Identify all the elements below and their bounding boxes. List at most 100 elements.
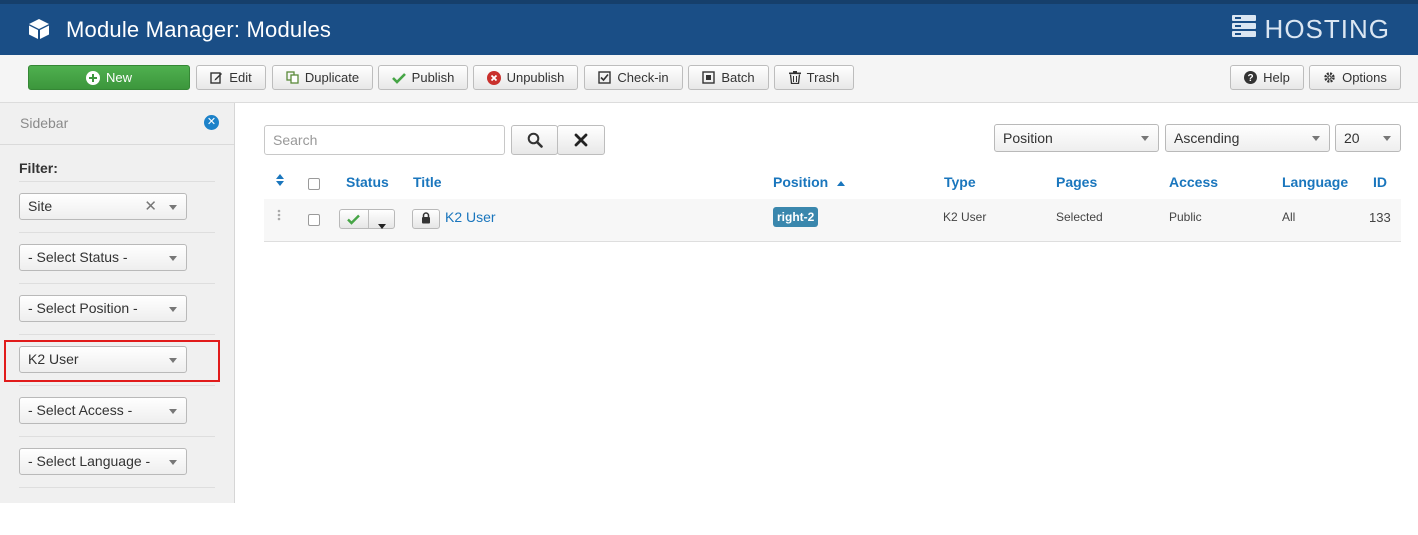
- sidebar-title: Sidebar: [20, 115, 69, 131]
- checkin-lock-button[interactable]: [412, 209, 440, 229]
- unpublish-icon: [486, 70, 501, 85]
- svg-text:?: ?: [1248, 73, 1254, 84]
- module-pages: Selected: [1056, 210, 1103, 224]
- status-button-divider: [368, 210, 369, 228]
- publish-button-label: Publish: [411, 70, 455, 85]
- drag-handle-icon[interactable]: [277, 209, 281, 224]
- cube-icon: [27, 17, 51, 44]
- filter-status-select[interactable]: - Select Status -: [19, 244, 187, 271]
- plus-circle-icon: [85, 70, 100, 85]
- chevron-down-icon: [169, 460, 177, 465]
- sort-asc-icon: [836, 175, 846, 191]
- select-all-checkbox[interactable]: [308, 178, 320, 190]
- trash-button-label: Trash: [806, 70, 840, 85]
- order-by-select[interactable]: Position: [994, 124, 1159, 152]
- toolbar: New Edit Duplicate Publish Unpublish Che…: [0, 55, 1418, 103]
- help-button-label: Help: [1263, 70, 1290, 85]
- help-button[interactable]: ? Help: [1230, 65, 1304, 90]
- chevron-down-icon: [1383, 136, 1391, 141]
- row-checkbox[interactable]: [308, 214, 320, 226]
- filter-label: Filter:: [19, 160, 58, 176]
- checkin-button[interactable]: Check-in: [584, 65, 683, 90]
- chevron-down-icon: [169, 307, 177, 312]
- gear-icon: [1323, 71, 1336, 84]
- clear-icon[interactable]: ✕: [144, 194, 157, 219]
- column-header-position[interactable]: Position: [773, 174, 846, 191]
- filter-language-value: - Select Language -: [28, 453, 151, 469]
- new-button-label: New: [105, 70, 132, 85]
- column-header-language[interactable]: Language: [1282, 174, 1348, 190]
- lock-icon: [421, 211, 431, 227]
- column-header-pages[interactable]: Pages: [1056, 174, 1097, 190]
- filter-status-value: - Select Status -: [28, 249, 128, 265]
- highlight-box: [4, 340, 220, 382]
- copy-icon: [286, 71, 299, 84]
- duplicate-button-label: Duplicate: [304, 70, 360, 85]
- batch-button-label: Batch: [721, 70, 755, 85]
- app-header: Module Manager: Modules HOSTING: [0, 0, 1418, 55]
- search-button[interactable]: [511, 125, 558, 155]
- filter-access-value: - Select Access -: [28, 402, 133, 418]
- edit-button-label: Edit: [229, 70, 252, 85]
- edit-button[interactable]: Edit: [196, 65, 266, 90]
- filter-site-select[interactable]: Site ✕: [19, 193, 187, 220]
- column-header-status[interactable]: Status: [346, 174, 389, 190]
- hosting-brand: HOSTING: [1231, 14, 1390, 45]
- sidebar-divider: [0, 144, 234, 145]
- filter-divider: [19, 385, 215, 386]
- options-button[interactable]: Options: [1309, 65, 1401, 90]
- chevron-down-icon: [1312, 136, 1320, 141]
- publish-button[interactable]: Publish: [378, 65, 468, 90]
- page-title: Module Manager: Modules: [66, 17, 332, 42]
- filter-divider: [19, 232, 215, 233]
- direction-select[interactable]: Ascending: [1165, 124, 1330, 152]
- search-input[interactable]: [264, 125, 505, 155]
- clear-search-button[interactable]: [557, 125, 605, 155]
- unpublish-button[interactable]: Unpublish: [473, 65, 578, 90]
- published-check-icon: [347, 213, 360, 228]
- trash-icon: [788, 71, 801, 84]
- trash-button[interactable]: Trash: [774, 65, 854, 90]
- filter-access-select[interactable]: - Select Access -: [19, 397, 187, 424]
- options-button-label: Options: [1342, 70, 1387, 85]
- chevron-down-icon: [1141, 136, 1149, 141]
- column-header-title[interactable]: Title: [413, 174, 442, 190]
- new-button[interactable]: New: [28, 65, 190, 90]
- module-language: All: [1282, 210, 1296, 224]
- batch-icon: [702, 71, 716, 84]
- caret-down-icon[interactable]: [378, 217, 386, 232]
- filter-divider: [19, 334, 215, 335]
- edit-icon: [210, 71, 223, 84]
- column-header-access[interactable]: Access: [1169, 174, 1218, 190]
- position-badge: right-2: [773, 207, 819, 227]
- help-icon: ?: [1244, 71, 1258, 84]
- checkbox-icon: [598, 71, 612, 84]
- batch-button[interactable]: Batch: [688, 65, 769, 90]
- limit-select[interactable]: 20: [1335, 124, 1401, 152]
- module-title-link[interactable]: K2 User: [445, 209, 496, 225]
- ordering-sort-icon[interactable]: [275, 173, 285, 190]
- module-type: K2 User: [943, 210, 987, 224]
- filter-language-select[interactable]: - Select Language -: [19, 448, 187, 475]
- unpublish-button-label: Unpublish: [506, 70, 565, 85]
- server-icon: [1231, 14, 1257, 45]
- module-id: 133: [1369, 210, 1391, 225]
- filter-position-value: - Select Position -: [28, 300, 138, 316]
- brand-text: HOSTING: [1264, 14, 1390, 44]
- sidebar-close-icon[interactable]: ✕: [204, 115, 219, 130]
- checkin-button-label: Check-in: [617, 70, 669, 85]
- chevron-down-icon: [169, 409, 177, 414]
- column-header-type[interactable]: Type: [944, 174, 976, 190]
- status-toggle-button[interactable]: [339, 209, 395, 229]
- direction-value: Ascending: [1174, 130, 1240, 146]
- close-icon: [574, 133, 588, 147]
- column-header-id[interactable]: ID: [1373, 174, 1387, 190]
- duplicate-button[interactable]: Duplicate: [272, 65, 373, 90]
- filter-divider: [19, 487, 215, 488]
- filter-site-value: Site: [28, 198, 53, 214]
- filter-position-select[interactable]: - Select Position -: [19, 295, 187, 322]
- search-icon: [527, 132, 543, 148]
- table-divider: [264, 241, 1401, 242]
- sidebar: Sidebar ✕ Filter: Site ✕ - Select Status…: [0, 103, 235, 503]
- limit-value: 20: [1344, 130, 1360, 146]
